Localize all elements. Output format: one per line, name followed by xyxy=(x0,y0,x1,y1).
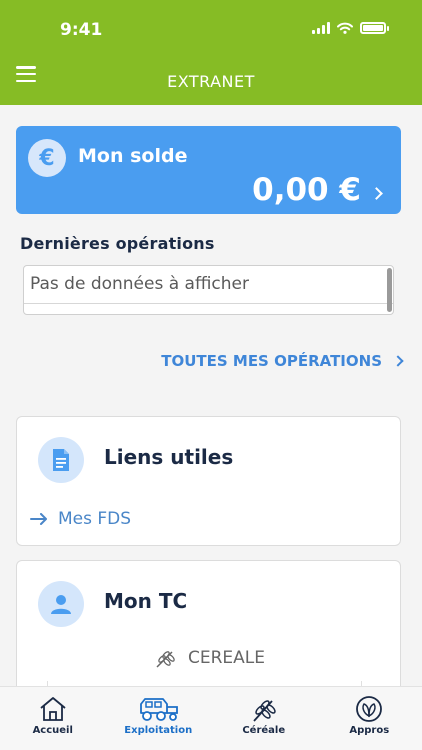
wheat-icon xyxy=(253,700,276,722)
app-header: 9:41 EXTRANET xyxy=(0,0,422,105)
all-operations-label: TOUTES MES OPÉRATIONS xyxy=(161,352,382,370)
status-time: 9:41 xyxy=(60,20,103,40)
bottom-tab-bar: Accueil Exploitation Céréale Appros xyxy=(0,686,422,750)
tab-accueil[interactable]: Accueil xyxy=(0,687,106,750)
solde-title: Mon solde xyxy=(78,145,188,167)
scrollbar[interactable] xyxy=(387,268,392,312)
tc-category-label: CEREALE xyxy=(187,648,265,668)
solde-amount: 0,00 € xyxy=(252,172,361,208)
liens-utiles-card: Liens utiles Mes FDS xyxy=(16,416,401,546)
status-icons xyxy=(312,22,389,34)
tab-exploitation-label: Exploitation xyxy=(124,725,193,736)
empty-message: Pas de données à afficher xyxy=(24,266,393,304)
tab-accueil-label: Accueil xyxy=(32,725,73,736)
tc-category: CEREALE xyxy=(17,647,402,669)
user-icon xyxy=(38,581,84,627)
operations-list[interactable]: Pas de données à afficher xyxy=(23,265,394,315)
document-icon xyxy=(38,437,84,483)
mes-fds-link[interactable]: Mes FDS xyxy=(30,509,131,529)
signal-icon xyxy=(312,22,330,34)
wheat-icon xyxy=(156,651,175,668)
tab-appros[interactable]: Appros xyxy=(317,687,422,750)
tab-cereale-label: Céréale xyxy=(242,725,286,736)
liens-utiles-title: Liens utiles xyxy=(104,445,234,469)
battery-icon xyxy=(360,22,389,34)
tab-exploitation[interactable]: Exploitation xyxy=(106,687,212,750)
all-operations-link[interactable]: TOUTES MES OPÉRATIONS xyxy=(161,352,404,370)
mon-tc-card: Mon TC CEREALE xyxy=(16,560,402,711)
operations-heading: Dernières opérations xyxy=(20,234,215,253)
tab-cereale[interactable]: Céréale xyxy=(211,687,317,750)
page-title: EXTRANET xyxy=(167,72,255,91)
solde-card[interactable]: € Mon solde 0,00 € xyxy=(16,126,401,214)
wifi-icon xyxy=(337,22,353,34)
chevron-right-icon xyxy=(392,355,404,367)
tractor-icon xyxy=(140,698,179,721)
arrow-right-icon xyxy=(30,513,47,525)
mes-fds-label: Mes FDS xyxy=(58,509,132,529)
leaf-icon xyxy=(356,696,383,722)
chevron-right-icon xyxy=(370,187,383,200)
tab-appros-label: Appros xyxy=(349,725,390,736)
euro-icon: € xyxy=(28,139,66,177)
mon-tc-title: Mon TC xyxy=(104,589,188,613)
house-icon xyxy=(40,697,66,721)
